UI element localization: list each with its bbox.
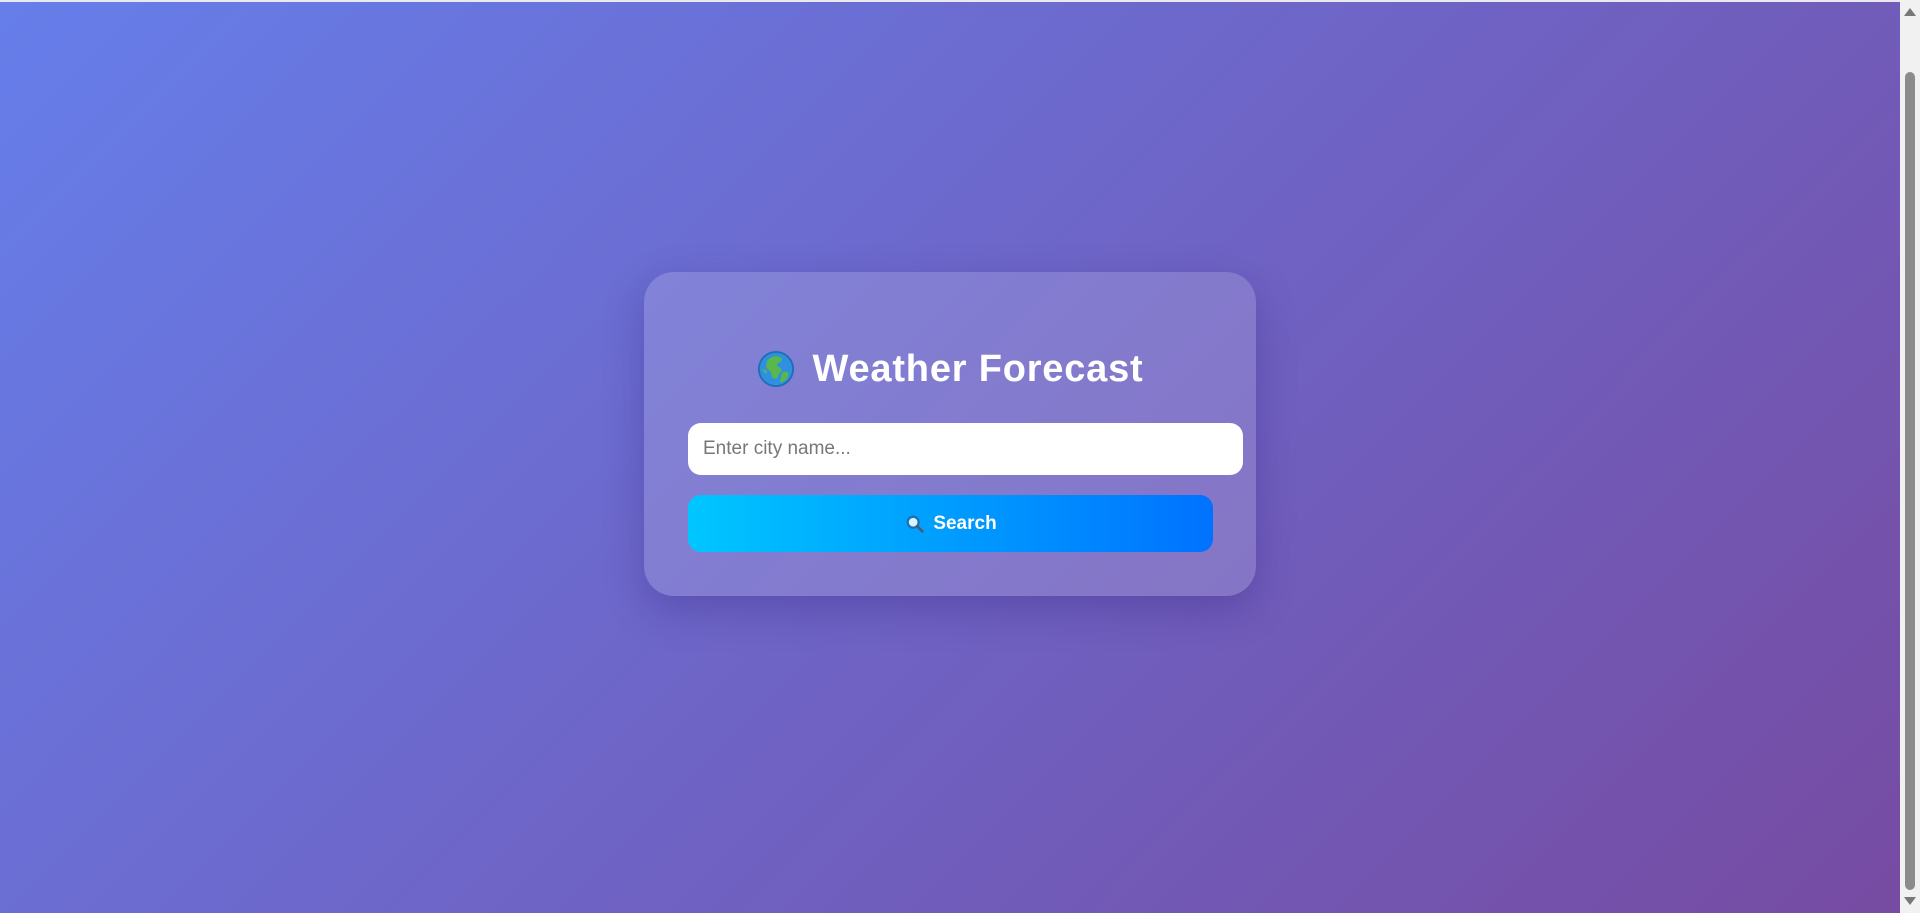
weather-search-card: Weather Forecast Search	[644, 272, 1256, 596]
search-button-label: Search	[933, 512, 997, 534]
globe-icon	[757, 350, 794, 388]
search-button[interactable]: Search	[688, 495, 1213, 552]
scroll-down-arrow-icon[interactable]	[1904, 897, 1916, 905]
vertical-scrollbar[interactable]	[1900, 0, 1920, 913]
scrollbar-thumb[interactable]	[1905, 72, 1915, 890]
title-row: Weather Forecast	[644, 346, 1256, 392]
weather-page: Weather Forecast Search	[0, 2, 1900, 913]
page-title: Weather Forecast	[812, 348, 1144, 390]
search-icon	[906, 515, 925, 533]
scroll-up-arrow-icon[interactable]	[1904, 8, 1916, 16]
city-search-input[interactable]	[688, 423, 1243, 475]
